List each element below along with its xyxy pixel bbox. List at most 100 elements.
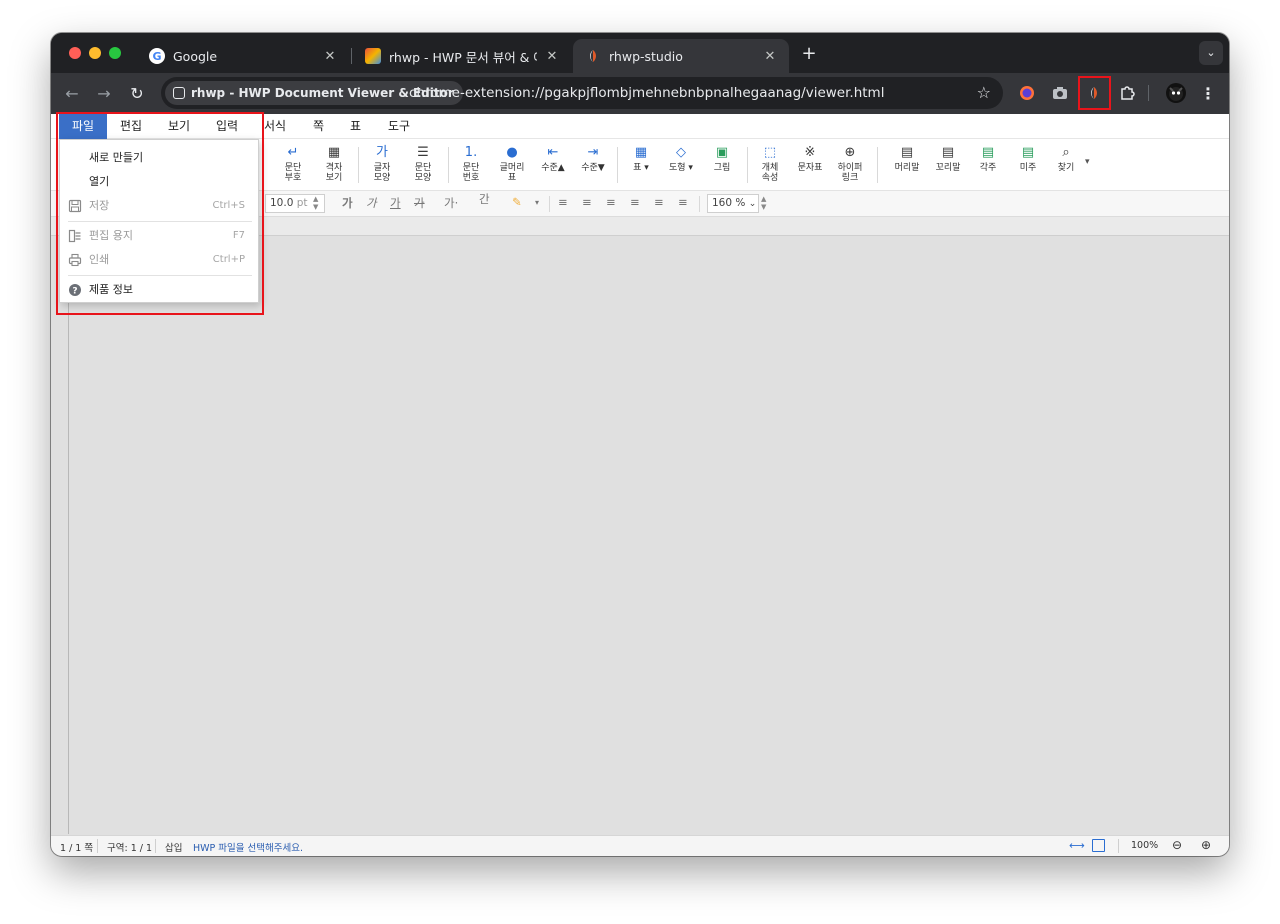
highlight-text-button[interactable]: 간 [479,191,490,207]
strikethrough-button[interactable]: 가 [414,195,425,211]
document-left-edge [68,236,69,834]
para-shape-icon: ☰ [417,145,429,160]
zoom-select[interactable]: 160 % ⌄ [707,194,759,213]
picture-button[interactable]: ▣ 그림 [702,145,742,173]
menu-tools[interactable]: 도구 [376,114,422,139]
tab-strip: G Google ✕ rhwp - HWP 문서 뷰어 & 에디터 ✕ rhwp… [51,33,1229,73]
para-shape-button[interactable]: ☰ 문단 모양 [403,145,443,183]
shape-icon: ◇ [676,145,686,160]
align-distribute-icon[interactable]: ≡ [654,195,664,209]
bullet-button[interactable]: ● 글머리 표 [492,145,532,183]
new-tab-button[interactable]: + [796,42,822,66]
ribbon-divider [358,147,359,183]
paragraph-mark-button[interactable]: ↵ 문단 부호 [273,145,313,183]
endnote-button[interactable]: ▤ 미주 [1008,145,1048,173]
tab-close-icon[interactable]: ✕ [761,49,779,64]
menu-table[interactable]: 표 [338,114,373,139]
header-button[interactable]: ▤ 머리말 [887,145,927,173]
browser-menu-icon[interactable]: ⋮ [1199,84,1217,103]
forward-button[interactable]: → [93,83,115,105]
file-menu-highlight-box [56,112,264,315]
shape-button[interactable]: ◇ 도형 ▾ [661,145,701,173]
italic-button[interactable]: 가 [366,195,377,211]
font-color-button[interactable]: 가· [444,195,458,211]
para-number-button[interactable]: 1. 문단 번호 [451,145,491,183]
table-button[interactable]: ▦ 표 ▾ [621,145,661,173]
underline-button[interactable]: 가 [390,195,401,211]
fit-width-icon[interactable]: ⟷ [1069,839,1085,852]
find-button[interactable]: ⌕ 찾기 [1046,145,1086,173]
footnote-button[interactable]: ▤ 각주 [968,145,1008,173]
address-bar[interactable]: rhwp - HWP Document Viewer & Editor chro… [161,77,1003,109]
bold-button[interactable]: 가 [342,195,353,211]
menu-page[interactable]: 쪽 [301,114,336,139]
footer-icon: ▤ [941,145,955,160]
browser-toolbar: ← → ↻ rhwp - HWP Document Viewer & Edito… [51,73,1229,114]
numbering-icon: 1. [464,145,478,160]
object-properties-button[interactable]: ⬚ 개체 속성 [750,145,790,183]
profile-avatar[interactable] [1166,83,1186,103]
tab-rhwp-viewer[interactable]: rhwp - HWP 문서 뷰어 & 에디터 ✕ [353,39,571,73]
reload-button[interactable]: ↻ [126,83,148,105]
highlighter-dropdown-icon[interactable]: ▾ [535,198,539,207]
rhwp-logo-icon [365,48,381,64]
extension-page-icon [173,87,185,99]
camera-extension-icon[interactable] [1051,84,1069,102]
status-insert-mode: 삽입 [165,843,183,854]
picture-icon: ▣ [715,145,729,160]
binoculars-icon: ⌕ [1062,145,1070,160]
align-justify-icon[interactable]: ≡ [630,195,640,209]
align-center-icon[interactable]: ≡ [582,195,592,209]
zoom-stepper[interactable]: ▲ ▼ [761,195,766,211]
format-divider [699,196,700,212]
char-shape-button[interactable]: 가 글자 모양 [362,145,402,183]
align-right-icon[interactable]: ≡ [606,195,616,209]
ribbon-divider [617,147,618,183]
url-text[interactable]: chrome-extension://pgakpjflombjmehnebnbp… [409,85,884,101]
fit-page-icon[interactable] [1092,839,1105,852]
window-close-button[interactable] [69,47,81,59]
zoom-out-icon[interactable]: ⊖ [1172,838,1182,852]
browser-window: G Google ✕ rhwp - HWP 문서 뷰어 & 에디터 ✕ rhwp… [51,33,1229,856]
format-divider [549,196,550,212]
zoom-in-icon[interactable]: ⊕ [1201,838,1211,852]
tab-divider [351,48,352,64]
hyperlink-button[interactable]: ⊕ 하이퍼 링크 [830,145,870,183]
symbol-icon: ※ [804,145,816,160]
tab-search-button[interactable]: ⌄ [1199,41,1223,65]
outdent-icon: ⇤ [547,145,559,160]
highlighter-icon[interactable]: ✎ [512,195,522,209]
level-up-button[interactable]: ⇤ 수준▲ [533,145,573,173]
symbol-button[interactable]: ※ 문자표 [790,145,830,173]
bullet-icon: ● [506,145,518,160]
toolbar-divider [1148,85,1149,101]
level-down-button[interactable]: ⇥ 수준▼ [573,145,613,173]
extension-highlight-box [1078,76,1111,110]
tab-rhwp-studio[interactable]: rhwp-studio ✕ [573,39,789,73]
tab-close-icon[interactable]: ✕ [321,49,339,64]
align-left-icon[interactable]: ≡ [558,195,568,209]
grid-view-button[interactable]: ▦ 격자 보기 [314,145,354,183]
status-divider [97,839,98,853]
back-button[interactable]: ← [61,83,83,105]
window-maximize-button[interactable] [109,47,121,59]
status-section: 구역: 1 / 1 [107,843,153,854]
tab-google[interactable]: G Google ✕ [137,39,349,73]
status-zoom: 100% [1131,840,1159,851]
align-divide-icon[interactable]: ≡ [678,195,688,209]
rhwp-studio-icon [585,48,601,64]
ribbon-overflow-icon[interactable]: ▾ [1085,157,1090,167]
tab-close-icon[interactable]: ✕ [543,49,561,64]
font-size-stepper[interactable]: ▲ ▼ [313,195,318,211]
bookmark-star-icon[interactable]: ☆ [977,83,991,102]
char-shape-icon: 가 [376,145,388,160]
window-minimize-button[interactable] [89,47,101,59]
footer-button[interactable]: ▤ 꼬리말 [928,145,968,173]
rhwp-studio-app: 파일 편집 보기 입력 서식 쪽 표 도구 ↵ 문단 부호 ▦ 격자 보기 가 글자 모양 … [51,112,1229,856]
extensions-puzzle-icon[interactable] [1118,84,1136,102]
indent-icon: ⇥ [587,145,599,160]
ribbon-divider [448,147,449,183]
firefox-like-extension-icon[interactable] [1018,84,1036,102]
table-icon: ▦ [634,145,648,160]
header-icon: ▤ [900,145,914,160]
